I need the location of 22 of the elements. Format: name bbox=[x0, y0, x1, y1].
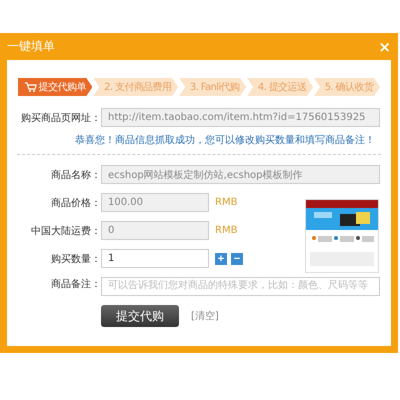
field-label: 商品备注： bbox=[50, 278, 101, 291]
field-label: 中国大陆运费： bbox=[30, 224, 101, 238]
field-label: 购买商品页网址： bbox=[20, 112, 101, 124]
currency-unit: RMB bbox=[215, 225, 238, 236]
step-tab[interactable]: 4. 提交运送 bbox=[247, 78, 314, 96]
step-tab[interactable]: 5. 确认收货 bbox=[314, 78, 380, 96]
clear-link[interactable]: [清空] bbox=[191, 309, 219, 323]
field-label: 商品名称： bbox=[50, 168, 101, 182]
quantity-field[interactable]: 1 bbox=[101, 249, 209, 268]
close-button[interactable]: × bbox=[378, 38, 391, 56]
minus-button[interactable]: − bbox=[231, 252, 243, 264]
field-label: 商品价格： bbox=[50, 196, 101, 210]
step-tab[interactable]: 提交代购单 bbox=[18, 78, 92, 96]
currency-unit: RMB bbox=[215, 197, 238, 208]
step-tab[interactable]: 3. Fanli代购 bbox=[179, 78, 246, 96]
field-label: 购买数量： bbox=[50, 252, 101, 266]
success-message: 恭喜您！商品信息抓取成功，您可以修改购买数量和填写商品备注！ bbox=[75, 134, 375, 148]
notes-field[interactable]: 可以告诉我们您对商品的特殊要求，比如：颜色、尺码等等 bbox=[101, 277, 380, 296]
submit-button[interactable]: 提交代购 bbox=[101, 305, 179, 327]
plus-button[interactable]: + bbox=[215, 252, 227, 264]
step-tab[interactable]: 2. 支付商品费用 bbox=[93, 78, 178, 96]
window-title: 一键填单 bbox=[7, 38, 55, 55]
